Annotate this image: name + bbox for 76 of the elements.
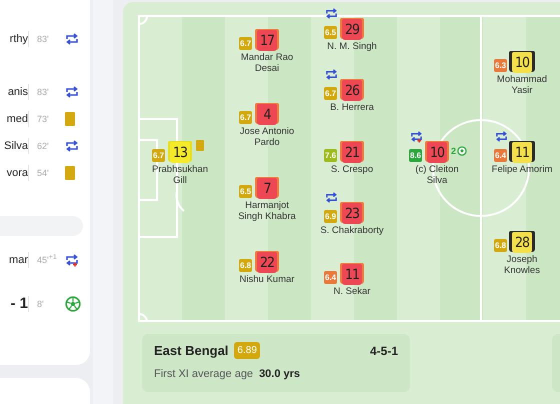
booking-card-icon — [65, 112, 75, 126]
shirt-number[interactable]: 21 — [342, 142, 362, 163]
player-name: mar — [8, 254, 28, 266]
player-rating: 6.7 — [239, 111, 252, 124]
player-name: med — [6, 112, 28, 124]
event-minute: 62' — [36, 140, 50, 150]
player-name: N. M. Singh — [327, 42, 377, 52]
substitution-injury-icon — [65, 252, 79, 266]
player-name: S. Crespo — [330, 165, 374, 176]
player-rating: 6.7 — [239, 37, 252, 50]
player-rating: 6.3 — [494, 59, 508, 72]
substitution-icon — [325, 191, 338, 204]
age-label: First XI average age — [154, 368, 254, 380]
shirt-number[interactable]: 11 — [512, 142, 532, 163]
player-name: (c) Cleiton Silva — [414, 165, 460, 186]
player-rating: 6.7 — [152, 149, 166, 162]
player-rating: 7.6 — [324, 149, 338, 162]
shirt-number[interactable]: 22 — [257, 252, 277, 273]
shirt-number[interactable]: 26 — [342, 80, 362, 101]
goal-ball-icon — [65, 296, 81, 312]
shirt-number[interactable]: 10 — [427, 142, 447, 163]
player-name: Jose Antonio Pardo — [238, 127, 296, 148]
event-minute: 83' — [36, 86, 50, 96]
shirt-number[interactable]: 13 — [170, 142, 190, 163]
formation: 4-5-1 — [370, 344, 398, 358]
substitution-injury-icon — [410, 130, 423, 143]
shirt-number[interactable]: 11 — [342, 264, 362, 285]
player-rating: 6.8 — [239, 259, 252, 272]
event-minute: 83' — [36, 34, 50, 44]
goal-count: 2 — [451, 146, 456, 156]
player-name: vora — [6, 166, 28, 178]
substitution-icon — [325, 68, 338, 81]
player-rating: 6.9 — [324, 210, 338, 223]
shirt-number[interactable]: 10 — [512, 52, 532, 73]
player-rating: 6.4 — [494, 149, 508, 162]
player-name: Prabhsukhan Gill — [151, 165, 209, 186]
shirt-number[interactable]: 23 — [342, 203, 362, 224]
player-rating: 8.6 — [409, 149, 422, 162]
player-name: N. Sekar — [334, 287, 370, 298]
shirt-number[interactable]: 28 — [512, 232, 532, 253]
substitution-icon — [65, 84, 79, 98]
player-rating: 6.7 — [324, 87, 338, 100]
player-rating: 6.5 — [239, 185, 252, 198]
player-name: Harmanjot Singh Khabra — [237, 201, 297, 222]
player-name: B. Herrera — [330, 103, 374, 114]
booking-card-icon — [196, 140, 204, 151]
player-name: Mohammad Yasir — [496, 75, 548, 96]
substitution-icon — [325, 7, 338, 20]
team-rating: 6.89 — [234, 342, 260, 359]
shirt-number[interactable]: 4 — [257, 104, 277, 125]
substitution-icon — [495, 130, 508, 143]
player-name: Joseph Knowles — [503, 255, 541, 276]
player-rating: 6.8 — [494, 239, 508, 252]
player-name: anis — [6, 86, 28, 98]
event-minute: 73' — [36, 114, 50, 124]
player-name: Felipe Amorim — [492, 165, 552, 176]
player-name: S. Chakraborty — [320, 226, 384, 236]
player-name: Silva — [3, 140, 28, 152]
shirt-number[interactable]: 17 — [257, 30, 277, 51]
team-name: East Bengal — [154, 343, 228, 358]
goal-ball-icon — [457, 146, 468, 156]
event-minute: 45'$^{+1}$ — [36, 254, 58, 265]
event-minute: 54' — [36, 168, 50, 178]
player-name: rthy — [8, 32, 28, 44]
substitution-icon — [65, 138, 79, 152]
event-minute: 8' — [36, 298, 45, 308]
player-rating: 6.4 — [324, 271, 338, 284]
age-value: 30.0 yrs — [259, 368, 300, 380]
player-name: Nishu Kumar — [240, 275, 294, 286]
shirt-number[interactable]: 7 — [257, 178, 277, 199]
player-rating: 6.5 — [324, 26, 338, 39]
player-name: Mandar Rao Desai — [240, 53, 294, 74]
substitution-icon — [65, 32, 79, 46]
shirt-number[interactable]: 29 — [342, 19, 362, 40]
booking-card-icon — [65, 166, 75, 180]
score-text: - 1 — [9, 295, 28, 312]
